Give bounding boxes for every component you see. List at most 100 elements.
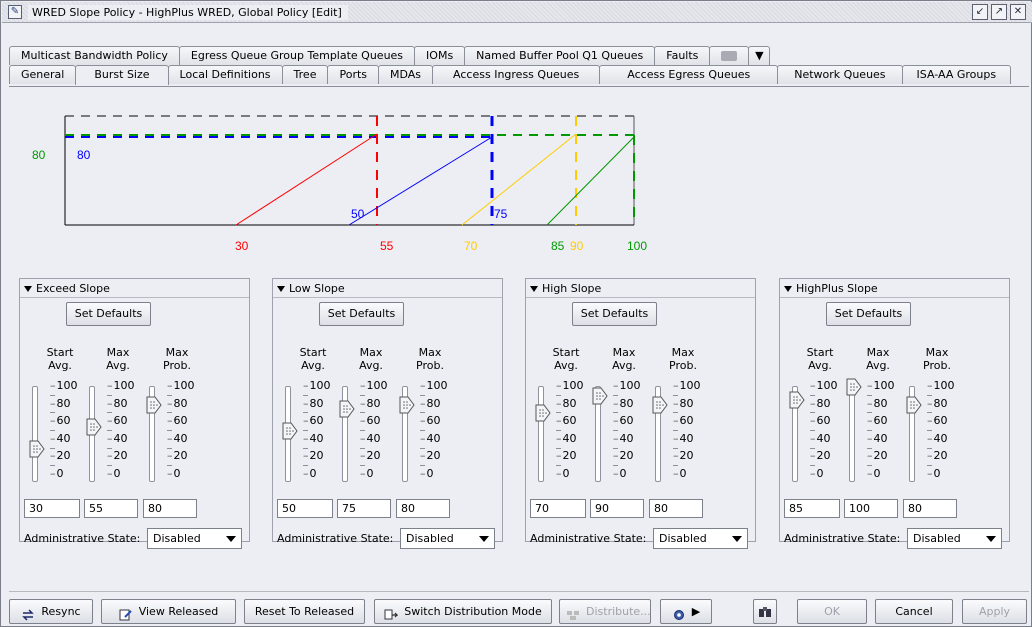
high-start-avg-header: Start Avg. [546,346,586,372]
slider-minor-tick [360,394,365,396]
slider-thumb[interactable] [86,418,102,436]
tab-ports[interactable]: Ports [327,65,380,84]
close-icon[interactable]: ✕ [1010,4,1026,20]
exceed-admin-state-select[interactable]: Disabled [147,528,242,549]
slider-tick-label: 100 [613,380,643,392]
exceed-set-defaults-button[interactable]: Set Defaults [66,302,151,326]
highplus-max-avg-slider[interactable]: 100 80 60 40 20 0 [846,378,897,489]
slider-thumb[interactable] [535,404,551,422]
high-max-prob-slider[interactable]: 100 80 60 40 20 0 [652,380,703,489]
tab-named-buffer-pool-q1-queues[interactable]: Named Buffer Pool Q1 Queues [464,46,656,65]
highplus-max-avg-input[interactable]: 100 [844,499,898,518]
highplus-max-prob-slider[interactable]: 100 80 60 40 20 0 [906,380,957,489]
highplus-start-avg-slider[interactable]: 100 80 60 40 20 0 [789,380,840,489]
highplus-slope-header[interactable]: HighPlus Slope [784,282,878,295]
slider-tick-label: 100 [673,380,703,392]
high-admin-state-select[interactable]: Disabled [653,528,748,549]
ok-button[interactable]: OK [797,599,867,624]
high-max-avg-input[interactable]: 90 [590,499,644,518]
low-max-prob-input[interactable]: 80 [396,499,450,518]
exceed-start-avg-input[interactable]: 30 [24,499,80,518]
tab-general[interactable]: General [9,65,77,84]
find-button[interactable] [753,599,777,624]
slider-minor-tick [420,394,425,396]
graph-green-slope [546,136,635,226]
tab-egress-queue-group-template-queues[interactable]: Egress Queue Group Template Queues [178,46,416,65]
distribute-button[interactable]: Distribute... [559,599,651,624]
slider-minor-tick [107,394,112,396]
slider-tick-label: 60 [107,415,137,427]
admin-state-value: Disabled [659,532,707,545]
slider-thumb[interactable] [906,396,922,414]
resync-button[interactable]: Resync [9,599,93,624]
low-slope-header[interactable]: Low Slope [277,282,345,295]
high-slope-header[interactable]: High Slope [530,282,601,295]
apply-button[interactable]: Apply [962,599,1027,624]
slider-thumb[interactable] [652,396,668,414]
slider-thumb[interactable] [339,400,355,418]
highplus-set-defaults-button[interactable]: Set Defaults [826,302,911,326]
slider-thumb[interactable] [146,396,162,414]
low-admin-state-select[interactable]: Disabled [400,528,495,549]
title-bar[interactable]: ✎ WRED Slope Policy - HighPlus WRED, Glo… [2,2,1032,23]
low-max-prob-slider[interactable]: 100 80 60 40 20 0 [399,380,450,489]
slider-track[interactable] [32,386,38,482]
high-start-avg-slider[interactable]: 100 80 60 40 20 0 [535,380,586,489]
maximize-icon[interactable]: ↗ [991,4,1007,20]
slider-thumb[interactable] [399,396,415,414]
actions-menu-button[interactable]: ▶ [660,599,712,624]
exceed-max-avg-input[interactable]: 55 [84,499,138,518]
tab-tree[interactable]: Tree [281,65,329,84]
slider-thumb[interactable] [846,378,862,396]
slider-minor-tick [613,394,618,396]
slider-track[interactable] [849,386,855,482]
high-max-prob-input[interactable]: 80 [649,499,703,518]
view-released-button[interactable]: View Released [101,599,236,624]
slider-thumb[interactable] [282,422,298,440]
slider-tick-label: 40 [50,432,80,445]
tab-multicast-bandwidth-policy[interactable]: Multicast Bandwidth Policy [9,46,180,65]
slider-thumb[interactable] [789,391,805,409]
restore-icon[interactable]: ↙ [972,4,988,20]
highplus-start-avg-input[interactable]: 85 [784,499,840,518]
low-start-avg-slider[interactable]: 100 80 60 40 20 0 [282,380,333,489]
tab-ioms[interactable]: IOMs [414,46,466,65]
high-set-defaults-button[interactable]: Set Defaults [572,302,657,326]
exceed-max-prob-slider[interactable]: 100 80 60 40 20 0 [146,380,197,489]
tab-faults[interactable]: Faults [654,46,711,65]
tab-burst-size[interactable]: Burst Size [75,65,169,85]
tab-mdas[interactable]: MDAs [378,65,434,84]
low-set-defaults-button[interactable]: Set Defaults [319,302,404,326]
slider-tick-label: 60 [360,415,390,427]
tab-isa-aa-groups[interactable]: ISA-AA Groups [901,65,1012,84]
start-avg-header-line1: Start [552,346,580,359]
tab-network-queues[interactable]: Network Queues [777,65,903,84]
high-start-avg-input[interactable]: 70 [530,499,586,518]
exceed-start-avg-slider[interactable]: 100 80 60 40 20 0 [29,380,80,489]
highplus-start-avg-header: Start Avg. [800,346,840,372]
slider-thumb[interactable] [592,387,608,405]
low-max-avg-slider[interactable]: 100 80 60 40 20 0 [339,380,390,489]
highplus-max-prob-input[interactable]: 80 [903,499,957,518]
slider-thumb[interactable] [29,440,45,458]
high-max-avg-slider[interactable]: 100 80 60 40 20 0 [592,380,643,489]
exceed-max-prob-header: Max Prob. [157,346,197,372]
exceed-max-prob-input[interactable]: 80 [143,499,197,518]
tab-hidden-icon[interactable] [709,46,750,65]
exceed-max-avg-slider[interactable]: 100 80 60 40 20 0 [86,380,137,489]
low-start-avg-input[interactable]: 50 [277,499,333,518]
reset-to-released-button[interactable]: Reset To Released [244,599,365,624]
apply-label: Apply [978,605,1011,618]
tab-list-dropdown[interactable]: ▼ [748,46,771,65]
exceed-slope-header[interactable]: Exceed Slope [24,282,110,295]
cancel-button[interactable]: Cancel [875,599,953,624]
tab-access-egress-queues[interactable]: Access Egress Queues [599,65,779,84]
slider-tick-label: 60 [167,415,197,427]
slider-track[interactable] [538,386,544,482]
low-max-avg-input[interactable]: 75 [337,499,391,518]
tab-access-ingress-queues[interactable]: Access Ingress Queues [432,65,601,84]
start-avg-header-line2: Avg. [48,359,72,372]
highplus-admin-state-select[interactable]: Disabled [907,528,1002,549]
switch-distribution-mode-button[interactable]: Switch Distribution Mode [374,599,552,624]
tab-local-definitions[interactable]: Local Definitions [167,65,283,84]
